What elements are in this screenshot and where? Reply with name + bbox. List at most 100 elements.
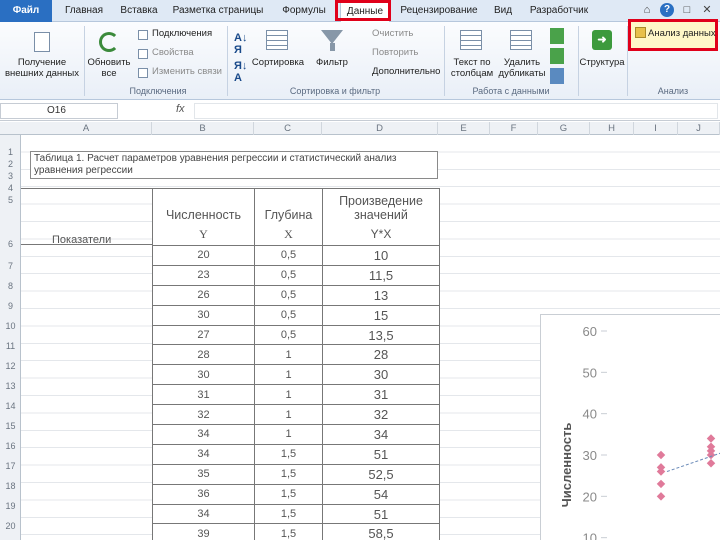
cell-depth[interactable]: 0,5	[254, 245, 323, 266]
filter-icon[interactable]	[321, 30, 343, 44]
column-header[interactable]: G	[538, 122, 590, 135]
tab-item[interactable]: Вставка	[114, 0, 164, 22]
row-header[interactable]: 3	[0, 171, 21, 181]
cell-product[interactable]: 51	[322, 503, 440, 525]
cell-depth[interactable]: 0,5	[254, 264, 323, 286]
row-header[interactable]: 8	[0, 281, 21, 291]
tab-item[interactable]: Разметка страницы	[170, 0, 266, 22]
get-external-data-button[interactable]: Получение внешних данных	[2, 57, 82, 79]
text-to-columns-icon[interactable]	[460, 30, 482, 50]
advanced-button[interactable]: Дополнительно	[372, 66, 440, 77]
cell-count[interactable]: 31	[152, 384, 255, 406]
cell-depth[interactable]: 1,5	[254, 443, 323, 465]
cell-product[interactable]: 13,5	[322, 324, 440, 346]
cell-count[interactable]: 30	[152, 364, 255, 386]
cell-count[interactable]: 36	[152, 483, 255, 505]
row-header[interactable]: 14	[0, 401, 21, 411]
refresh-all-button[interactable]: Обновить все	[86, 57, 132, 79]
column-header[interactable]: B	[152, 122, 254, 135]
sort-button[interactable]: Сортировка	[250, 57, 306, 68]
tab-item[interactable]: Вид	[490, 0, 516, 22]
row-header[interactable]: 19	[0, 501, 21, 511]
row-header[interactable]: 15	[0, 421, 21, 431]
row-header[interactable]: 20	[0, 521, 21, 531]
properties-button[interactable]: Свойства	[152, 47, 194, 58]
cell-count[interactable]: 27	[152, 324, 255, 346]
cell-count[interactable]: 26	[152, 284, 255, 306]
cell-product[interactable]: 28	[322, 344, 440, 366]
sort-icon[interactable]	[266, 30, 288, 50]
row-header[interactable]: 4	[0, 183, 21, 193]
sort-za-icon[interactable]: Я↓ A	[234, 60, 247, 84]
column-header[interactable]: I	[634, 122, 678, 135]
reapply-button[interactable]: Повторить	[372, 47, 418, 58]
cell-count[interactable]: 34	[152, 443, 255, 465]
column-header[interactable]: E	[438, 122, 490, 135]
cell-product[interactable]: 11,5	[322, 264, 440, 286]
cell-product[interactable]: 54	[322, 483, 440, 505]
remove-duplicates-button[interactable]: Удалить дубликаты	[498, 57, 546, 79]
edit-links-button[interactable]: Изменить связи	[152, 66, 222, 77]
cell-product[interactable]: 34	[322, 424, 440, 445]
cell-count[interactable]: 34	[152, 503, 255, 525]
filter-button[interactable]: Фильтр	[310, 57, 354, 68]
row-header[interactable]: 11	[0, 341, 21, 351]
row-header[interactable]: 18	[0, 481, 21, 491]
refresh-all-icon[interactable]	[99, 32, 119, 52]
cell-count[interactable]: 35	[152, 463, 255, 485]
tab-item[interactable]: Формулы	[276, 0, 332, 22]
get-external-data-icon[interactable]	[34, 32, 50, 52]
close-icon[interactable]: ✕	[700, 3, 714, 17]
cell-count[interactable]: 34	[152, 424, 255, 445]
cell-product[interactable]: 58,5	[322, 523, 440, 540]
data-analysis-button[interactable]: Анализ данных	[635, 27, 716, 39]
row-header[interactable]: 16	[0, 441, 21, 451]
cell-count[interactable]: 28	[152, 344, 255, 366]
cell-product[interactable]: 32	[322, 404, 440, 426]
cell-count[interactable]: 23	[152, 264, 255, 286]
column-header[interactable]: A	[21, 122, 152, 135]
cell-depth[interactable]: 1,5	[254, 463, 323, 485]
cell-depth[interactable]: 1,5	[254, 503, 323, 525]
outline-button[interactable]: Структура	[578, 57, 626, 68]
cell-depth[interactable]: 1,5	[254, 523, 323, 540]
clear-button[interactable]: Очистить	[372, 28, 413, 39]
row-header[interactable]: 9	[0, 301, 21, 311]
tab-item[interactable]: Главная	[60, 0, 108, 22]
formula-input[interactable]	[194, 103, 718, 119]
cell-count[interactable]: 20	[152, 245, 255, 266]
minimize-ribbon-icon[interactable]: ⌂	[640, 3, 654, 17]
cell-depth[interactable]: 1	[254, 404, 323, 426]
remove-duplicates-icon[interactable]	[510, 30, 532, 50]
column-header[interactable]: H	[590, 122, 634, 135]
column-header[interactable]: D	[322, 122, 438, 135]
tab-item[interactable]: Разработчик	[526, 0, 592, 22]
what-if-icon[interactable]	[550, 68, 564, 84]
cell-count[interactable]: 32	[152, 404, 255, 426]
scatter-chart[interactable]: Численность 10 20 30 40 50 60	[540, 314, 720, 540]
row-header[interactable]: 2	[0, 159, 21, 169]
help-icon[interactable]: ?	[660, 3, 674, 17]
row-header[interactable]: 17	[0, 461, 21, 471]
cell-depth[interactable]: 0,5	[254, 284, 323, 306]
cell-product[interactable]: 51	[322, 443, 440, 465]
cell-product[interactable]: 10	[322, 245, 440, 266]
cell-depth[interactable]: 0,5	[254, 324, 323, 346]
cell-product[interactable]: 13	[322, 284, 440, 306]
cell-count[interactable]: 30	[152, 304, 255, 326]
cell-product[interactable]: 30	[322, 364, 440, 386]
row-header[interactable]: 13	[0, 381, 21, 391]
column-header[interactable]: C	[254, 122, 322, 135]
cell-depth[interactable]: 1	[254, 424, 323, 445]
row-header[interactable]: 7	[0, 261, 21, 271]
connections-button[interactable]: Подключения	[152, 28, 212, 39]
cell-count[interactable]: 39	[152, 523, 255, 540]
cell-product[interactable]: 52,5	[322, 463, 440, 485]
row-header[interactable]: 6	[0, 239, 21, 249]
restore-icon[interactable]: □	[680, 3, 694, 17]
cell-depth[interactable]: 1	[254, 364, 323, 386]
cell-depth[interactable]: 1	[254, 384, 323, 406]
sort-az-icon[interactable]: A↓ Я	[234, 32, 247, 56]
column-header[interactable]: J	[678, 122, 720, 135]
row-header[interactable]: 12	[0, 361, 21, 371]
